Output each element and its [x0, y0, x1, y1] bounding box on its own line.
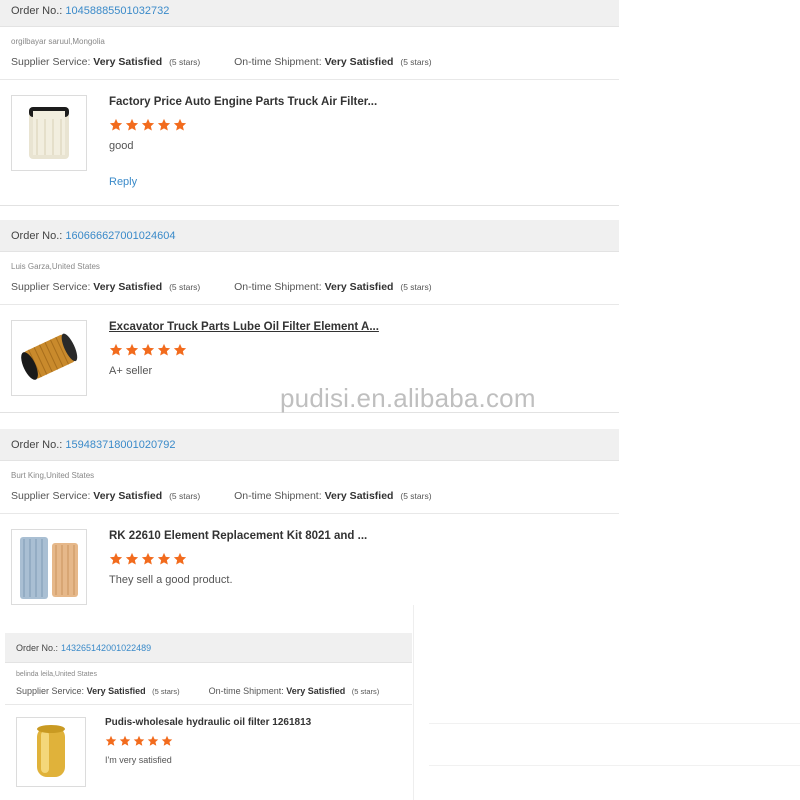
review-meta: belinda leila,United States Supplier Ser…: [5, 663, 412, 705]
order-number-link[interactable]: 143265142001022489: [61, 643, 151, 653]
review-comment: good: [109, 140, 134, 152]
supplier-service-label: Supplier Service:: [16, 686, 85, 696]
blank-overlay-panel: [413, 605, 800, 800]
review-body: Pudis-wholesale hydraulic oil filter 126…: [5, 705, 412, 800]
shipment-label: On-time Shipment:: [234, 281, 322, 293]
buyer-name: Burt King,United States: [11, 471, 95, 480]
service-ratings: Supplier Service: Very Satisfied (5 star…: [11, 281, 608, 293]
star-icon: [157, 552, 171, 565]
air-filter-image: [29, 107, 69, 159]
review-body: RK 22610 Element Replacement Kit 8021 an…: [0, 514, 619, 614]
product-title-link[interactable]: Factory Price Auto Engine Parts Truck Ai…: [109, 96, 377, 108]
buyer-name: orgilbayar saruul,Mongolia: [11, 37, 105, 46]
review-card: Order No.: 10458885501032732 orgilbayar …: [0, 0, 619, 206]
supplier-stars-text: (5 stars): [169, 57, 201, 67]
review-body: Factory Price Auto Engine Parts Truck Ai…: [0, 80, 619, 205]
supplier-service-value: Very Satisfied: [86, 686, 146, 696]
star-rating: [109, 118, 187, 132]
star-icon: [157, 343, 171, 356]
star-icon: [141, 343, 155, 356]
supplier-service-label: Supplier Service:: [11, 281, 91, 293]
star-rating: [109, 552, 187, 566]
order-number-link[interactable]: 160666627001024604: [65, 230, 175, 242]
order-bar: Order No.: 143265142001022489: [5, 633, 412, 663]
order-label: Order No.:: [11, 4, 63, 17]
review-comment: A+ seller: [109, 365, 153, 377]
star-icon: [147, 735, 159, 746]
order-label: Order No.:: [11, 438, 63, 451]
star-icon: [125, 343, 139, 356]
star-icon: [109, 552, 123, 565]
star-icon: [109, 343, 123, 356]
shipment-label: On-time Shipment:: [234, 56, 322, 68]
product-thumbnail[interactable]: [16, 717, 86, 787]
service-ratings: Supplier Service: Very Satisfied (5 star…: [11, 490, 608, 502]
review-meta: Luis Garza,United States Supplier Servic…: [0, 252, 619, 305]
shipment-stars-text: (5 stars): [351, 687, 380, 696]
product-title-link[interactable]: Excavator Truck Parts Lube Oil Filter El…: [109, 321, 379, 333]
review-card: Order No.: 143265142001022489 belinda le…: [5, 633, 412, 800]
star-icon: [125, 552, 139, 565]
product-title-link[interactable]: RK 22610 Element Replacement Kit 8021 an…: [109, 530, 367, 542]
star-rating: [109, 343, 187, 357]
supplier-stars-text: (5 stars): [152, 687, 180, 696]
review-comment: I'm very satisfied: [105, 755, 172, 765]
hydraulic-filter-image: [37, 725, 65, 777]
order-bar: Order No.: 159483718001020792: [0, 429, 619, 461]
supplier-service-value: Very Satisfied: [93, 490, 163, 502]
shipment-value: Very Satisfied: [324, 56, 394, 68]
star-rating: [105, 735, 173, 747]
buyer-name: belinda leila,United States: [16, 671, 97, 678]
star-icon: [173, 118, 187, 131]
watermark: pudisi.en.alibaba.com: [280, 383, 536, 413]
review-card: Order No.: 159483718001020792 Burt King,…: [0, 429, 619, 614]
review-meta: Burt King,United States Supplier Service…: [0, 461, 619, 514]
oil-filter-image: [21, 333, 78, 380]
reply-link[interactable]: Reply: [109, 176, 137, 188]
supplier-stars-text: (5 stars): [169, 491, 201, 501]
supplier-service-value: Very Satisfied: [93, 281, 163, 293]
shipment-value: Very Satisfied: [324, 490, 394, 502]
star-icon: [173, 552, 187, 565]
review-comment: They sell a good product.: [109, 574, 233, 586]
order-number-link[interactable]: 10458885501032732: [65, 5, 169, 17]
star-icon: [157, 118, 171, 131]
shipment-stars-text: (5 stars): [400, 282, 432, 292]
supplier-service-value: Very Satisfied: [93, 56, 163, 68]
shipment-stars-text: (5 stars): [400, 57, 432, 67]
shipment-label: On-time Shipment:: [234, 490, 322, 502]
star-icon: [125, 118, 139, 131]
order-bar: Order No.: 10458885501032732: [0, 0, 619, 27]
shipment-stars-text: (5 stars): [400, 491, 432, 501]
filter-kit-image: [20, 537, 78, 599]
star-icon: [173, 343, 187, 356]
product-thumbnail[interactable]: [11, 320, 87, 396]
order-label: Order No.:: [11, 229, 63, 242]
shipment-value: Very Satisfied: [324, 281, 394, 293]
order-bar: Order No.: 160666627001024604: [0, 220, 619, 252]
star-icon: [133, 735, 145, 746]
service-ratings: Supplier Service: Very Satisfied (5 star…: [16, 686, 401, 696]
supplier-service-label: Supplier Service:: [11, 490, 91, 502]
review-meta: orgilbayar saruul,Mongolia Supplier Serv…: [0, 27, 619, 80]
service-ratings: Supplier Service: Very Satisfied (5 star…: [11, 56, 608, 68]
product-title-link[interactable]: Pudis-wholesale hydraulic oil filter 126…: [105, 717, 311, 728]
order-label: Order No.:: [16, 642, 59, 653]
star-icon: [161, 735, 173, 746]
shipment-value: Very Satisfied: [286, 686, 346, 696]
product-thumbnail[interactable]: [11, 95, 87, 171]
star-icon: [141, 118, 155, 131]
shipment-label: On-time Shipment:: [208, 686, 284, 696]
supplier-service-label: Supplier Service:: [11, 56, 91, 68]
buyer-name: Luis Garza,United States: [11, 262, 100, 271]
supplier-stars-text: (5 stars): [169, 282, 201, 292]
product-thumbnail[interactable]: [11, 529, 87, 605]
order-number-link[interactable]: 159483718001020792: [65, 439, 175, 451]
star-icon: [109, 118, 123, 131]
star-icon: [141, 552, 155, 565]
star-icon: [119, 735, 131, 746]
star-icon: [105, 735, 117, 746]
